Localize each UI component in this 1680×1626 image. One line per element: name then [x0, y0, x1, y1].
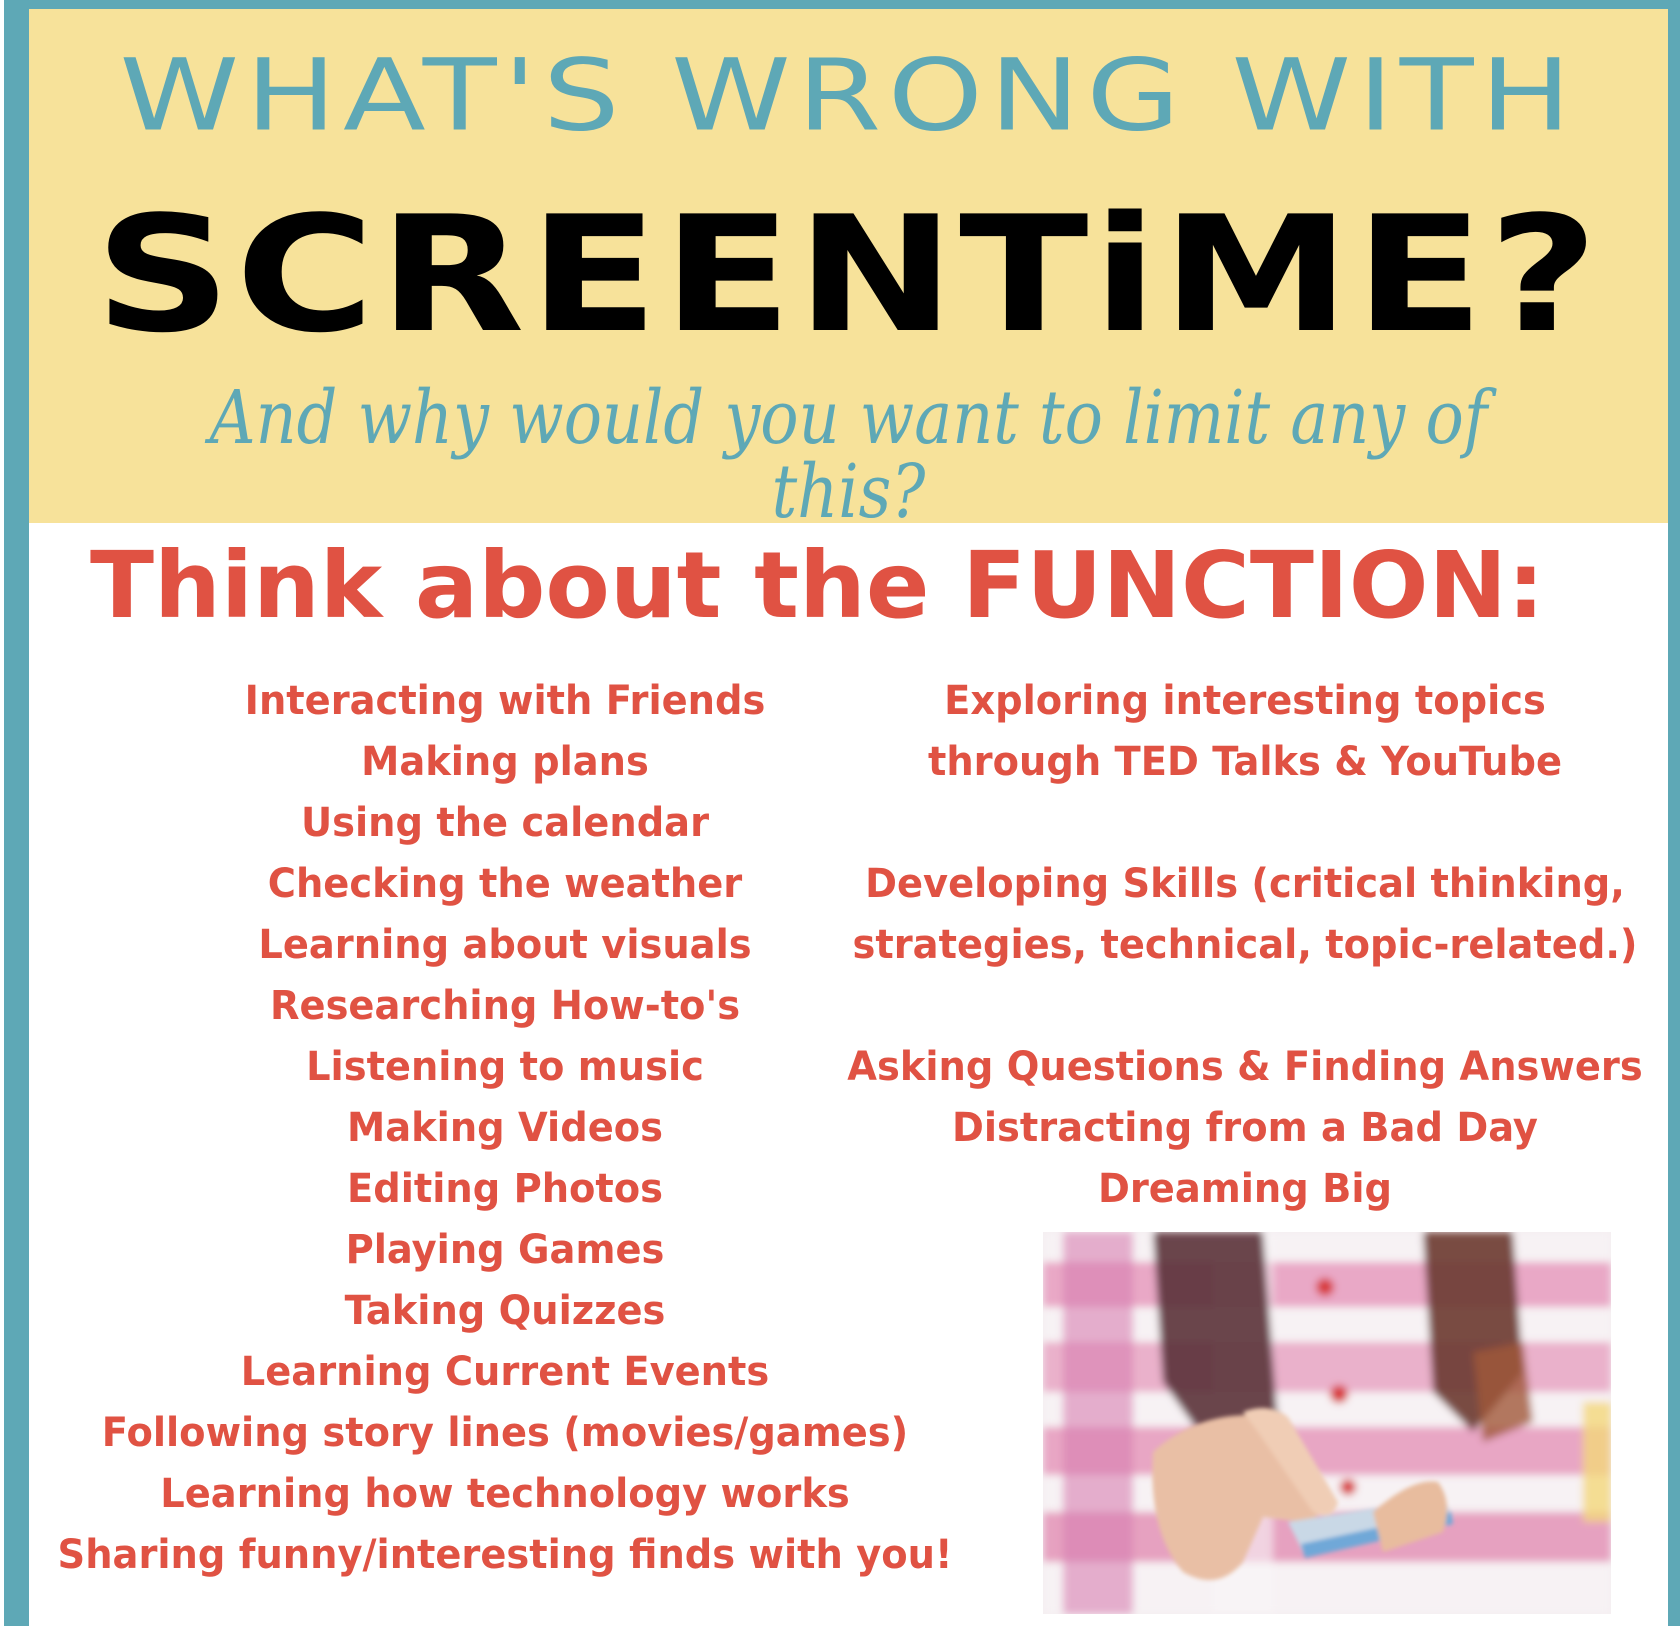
list-item: Developing Skills (critical thinking,	[865, 861, 1625, 907]
photo-illustration	[1043, 1232, 1611, 1614]
list-spacer	[832, 793, 1658, 854]
list-item: Asking Questions & Finding Answers	[847, 1044, 1643, 1090]
header-banner: WHAT'S WRONG WITH SCREENTiME? And why wo…	[29, 9, 1668, 529]
list-item: through TED Talks & YouTube	[927, 739, 1562, 785]
child-with-phone-photo	[1043, 1232, 1611, 1614]
list-spacer	[832, 976, 1658, 1037]
list-item: Playing Games	[345, 1227, 665, 1273]
list-item: Following story lines (movies/games)	[101, 1410, 909, 1456]
list-item: Learning how technology works	[160, 1471, 850, 1517]
list-item: Taking Quizzes	[344, 1288, 666, 1334]
headline-whats-wrong-with: WHAT'S WRONG WITH	[119, 39, 1578, 154]
footer-text-partial	[0, 1610, 1680, 1626]
list-item: Exploring interesting topics	[944, 678, 1546, 724]
function-list-right: Exploring interesting topics through TED…	[815, 671, 1675, 1220]
list-item: Learning Current Events	[240, 1349, 770, 1395]
list-item: strategies, technical, topic-related.)	[852, 922, 1638, 968]
headline-screentime: SCREENTiME?	[94, 181, 1603, 368]
section-title: Think about the FUNCTION:	[90, 532, 1545, 639]
headline-subtitle: And why would you want to limit any of t…	[209, 375, 1488, 535]
list-item: Sharing funny/interesting finds with you…	[57, 1532, 953, 1578]
frame-top-border	[4, 0, 1680, 9]
list-item: Distracting from a Bad Day	[952, 1105, 1538, 1151]
list-item: Dreaming Big	[1097, 1166, 1393, 1212]
